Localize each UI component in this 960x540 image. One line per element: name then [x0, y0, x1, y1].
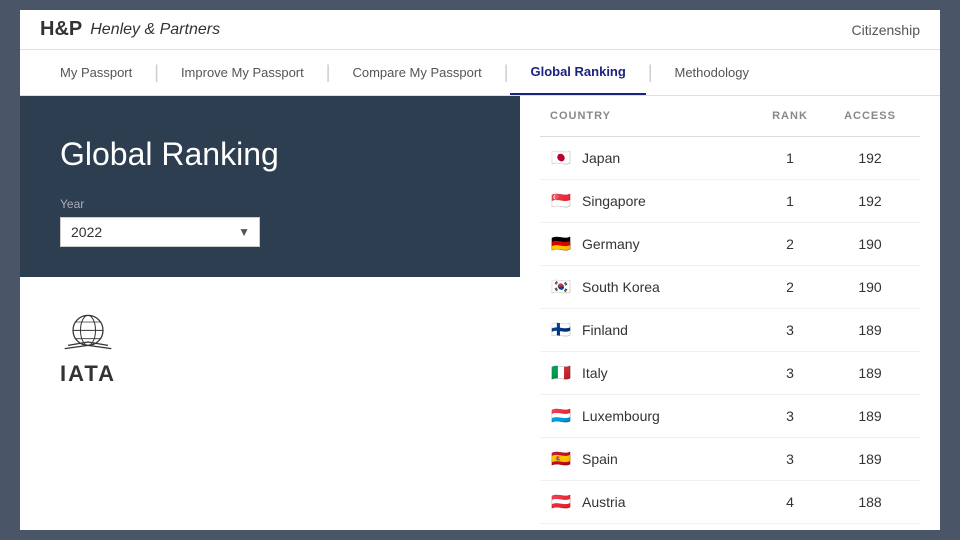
nav-global-ranking[interactable]: Global Ranking — [510, 50, 645, 95]
nav-separator-4: | — [646, 62, 655, 83]
country-cell: 🇦🇹 Austria — [550, 491, 750, 513]
country-name: Finland — [582, 322, 628, 338]
year-select[interactable]: 2022 2021 2020 — [60, 217, 260, 247]
rank-cell: 3 — [750, 451, 830, 467]
rank-cell: 1 — [750, 150, 830, 166]
country-cell: 🇰🇷 South Korea — [550, 276, 750, 298]
rank-cell: 3 — [750, 322, 830, 338]
main-container: H&P Henley & Partners Citizenship My Pas… — [20, 10, 940, 530]
access-cell: 190 — [830, 236, 910, 252]
rank-cell: 2 — [750, 279, 830, 295]
rank-cell: 3 — [750, 365, 830, 381]
country-name: South Korea — [582, 279, 660, 295]
table-body: 🇯🇵 Japan 1 192 🇸🇬 Singapore 1 192 🇩🇪 Ger… — [540, 137, 920, 530]
left-panel: Global Ranking Year 2022 2021 2020 ▼ — [20, 96, 520, 530]
navigation: My Passport | Improve My Passport | Comp… — [20, 50, 940, 96]
header: H&P Henley & Partners Citizenship — [20, 10, 940, 50]
flag-icon: 🇱🇺 — [550, 405, 572, 427]
access-cell: 190 — [830, 279, 910, 295]
country-name: Luxembourg — [582, 408, 660, 424]
content: Global Ranking Year 2022 2021 2020 ▼ — [20, 96, 940, 530]
table-row: 🇩🇪 Germany 2 190 — [540, 223, 920, 266]
year-label: Year — [60, 197, 480, 211]
citizenship-link[interactable]: Citizenship — [852, 22, 920, 38]
access-cell: 189 — [830, 451, 910, 467]
logo-name: Henley & Partners — [90, 21, 220, 39]
table-row: 🇪🇸 Spain 3 189 — [540, 438, 920, 481]
flag-icon: 🇩🇪 — [550, 233, 572, 255]
access-cell: 188 — [830, 494, 910, 510]
rank-cell: 1 — [750, 193, 830, 209]
country-cell: 🇮🇹 Italy — [550, 362, 750, 384]
col-country-header: COUNTRY — [550, 110, 750, 122]
rank-cell: 4 — [750, 494, 830, 510]
country-cell: 🇱🇺 Luxembourg — [550, 405, 750, 427]
flag-icon: 🇦🇹 — [550, 491, 572, 513]
country-cell: 🇸🇬 Singapore — [550, 190, 750, 212]
flag-icon: 🇮🇹 — [550, 362, 572, 384]
flag-icon: 🇫🇮 — [550, 319, 572, 341]
table-header: COUNTRY RANK ACCESS — [540, 96, 920, 137]
access-cell: 192 — [830, 150, 910, 166]
rank-cell: 3 — [750, 408, 830, 424]
flag-icon: 🇸🇬 — [550, 190, 572, 212]
country-cell: 🇯🇵 Japan — [550, 147, 750, 169]
table-row: 🇱🇺 Luxembourg 3 189 — [540, 395, 920, 438]
col-rank-header: RANK — [750, 110, 830, 122]
flag-icon: 🇯🇵 — [550, 147, 572, 169]
country-cell: 🇪🇸 Spain — [550, 448, 750, 470]
iata-section: IATA — [20, 277, 520, 530]
table-row: 🇰🇷 South Korea 2 190 — [540, 266, 920, 309]
access-cell: 189 — [830, 408, 910, 424]
logo: H&P Henley & Partners — [40, 18, 220, 41]
nav-separator-2: | — [324, 62, 333, 83]
nav-compare-passport[interactable]: Compare My Passport — [332, 51, 501, 94]
table-row: 🇦🇹 Austria 4 188 — [540, 481, 920, 524]
right-panel[interactable]: COUNTRY RANK ACCESS 🇯🇵 Japan 1 192 🇸🇬 Si… — [520, 96, 940, 530]
country-cell: 🇫🇮 Finland — [550, 319, 750, 341]
nav-separator-1: | — [152, 62, 161, 83]
table-row: 🇯🇵 Japan 1 192 — [540, 137, 920, 180]
country-name: Singapore — [582, 193, 646, 209]
access-cell: 189 — [830, 365, 910, 381]
nav-separator-3: | — [502, 62, 511, 83]
hero-title: Global Ranking — [60, 136, 480, 173]
flag-icon: 🇪🇸 — [550, 448, 572, 470]
country-name: Germany — [582, 236, 640, 252]
nav-my-passport[interactable]: My Passport — [40, 51, 152, 94]
country-name: Italy — [582, 365, 608, 381]
rank-cell: 2 — [750, 236, 830, 252]
table-row: 🇩🇰 Denmark 4 188 — [540, 524, 920, 530]
nav-improve-passport[interactable]: Improve My Passport — [161, 51, 324, 94]
country-name: Austria — [582, 494, 626, 510]
iata-logo: IATA — [60, 307, 116, 387]
access-cell: 192 — [830, 193, 910, 209]
nav-methodology[interactable]: Methodology — [655, 51, 769, 94]
year-select-container: 2022 2021 2020 ▼ — [60, 217, 260, 247]
access-cell: 189 — [830, 322, 910, 338]
country-name: Spain — [582, 451, 618, 467]
flag-icon: 🇰🇷 — [550, 276, 572, 298]
iata-text: IATA — [60, 361, 116, 387]
table-row: 🇫🇮 Finland 3 189 — [540, 309, 920, 352]
logo-symbol: H&P — [40, 18, 82, 41]
table-row: 🇮🇹 Italy 3 189 — [540, 352, 920, 395]
hero-section: Global Ranking Year 2022 2021 2020 ▼ — [20, 96, 520, 277]
country-name: Japan — [582, 150, 620, 166]
col-access-header: ACCESS — [830, 110, 910, 122]
iata-globe-icon — [63, 307, 113, 357]
table-row: 🇸🇬 Singapore 1 192 — [540, 180, 920, 223]
country-cell: 🇩🇪 Germany — [550, 233, 750, 255]
